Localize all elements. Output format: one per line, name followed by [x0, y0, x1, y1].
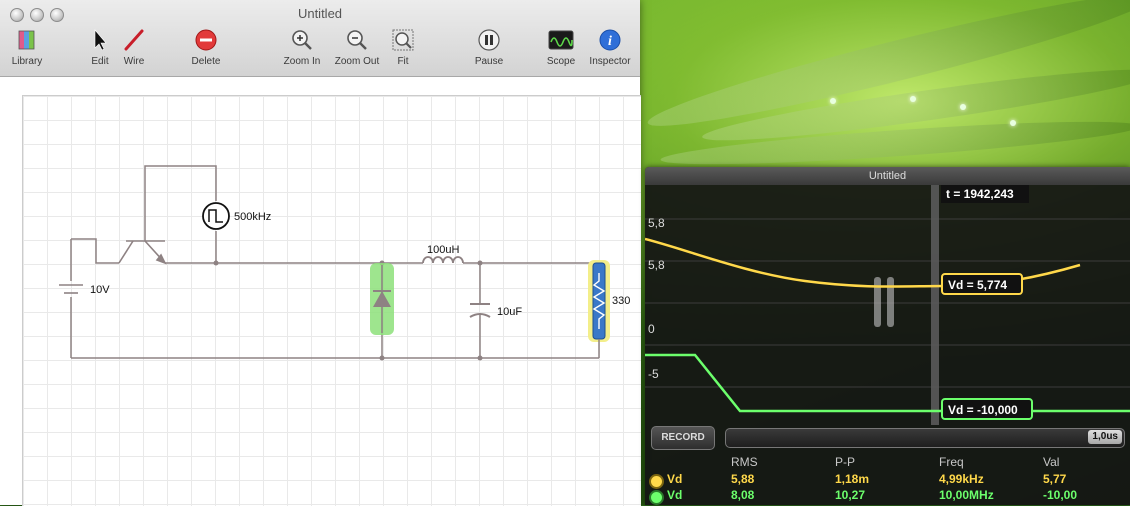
val-value: 5,77: [1043, 472, 1067, 486]
channel-name: Vd: [667, 488, 683, 502]
timebase-button[interactable]: 1,0us: [1088, 430, 1122, 444]
green-marker-label: Vd = -10,000: [948, 403, 1018, 417]
rms-value: 8,08: [731, 488, 755, 502]
measurement-row-green: Vd 8,08 10,27 10,00MHz -10,00: [645, 488, 1130, 505]
pp-value: 1,18m: [835, 472, 870, 486]
y-axis-label: 0: [648, 322, 655, 336]
channel-select-radio[interactable]: [649, 474, 664, 489]
circuit-canvas[interactable]: 10V 500kHz 100uH 10uF 330: [22, 95, 641, 506]
pause-handle: [874, 277, 881, 327]
column-header-freq: Freq: [939, 455, 964, 469]
clock-source[interactable]: [202, 202, 230, 230]
battery-10v[interactable]: [59, 284, 83, 294]
column-header-rms: RMS: [731, 455, 758, 469]
val-value: -10,00: [1043, 488, 1078, 502]
channel-name: Vd: [667, 472, 683, 486]
inductor[interactable]: [422, 256, 464, 264]
scope-window-title: Untitled: [645, 167, 1130, 185]
y-axis-label: -5: [648, 367, 659, 381]
time-cursor[interactable]: [931, 185, 939, 425]
diode[interactable]: [370, 263, 394, 335]
measurement-row-yellow: Vd 5,88 1,18m 4,99kHz 5,77: [645, 472, 1130, 489]
capacitor-label: 10uF: [497, 306, 522, 318]
inductor-label: 100uH: [427, 244, 459, 256]
column-header-pp: P-P: [835, 455, 856, 469]
pause-handle: [887, 277, 894, 327]
freq-value: 10,00MHz: [939, 488, 994, 502]
freq-value: 4,99kHz: [939, 472, 984, 486]
timeline-scrubber[interactable]: 1,0us: [725, 428, 1125, 448]
resistor-label: 330: [612, 295, 630, 307]
circuit-editor-window: Untitled Library Edit Wire Delete Zoom I…: [0, 0, 641, 506]
time-readout: t = 1942,243: [946, 187, 1014, 201]
scope-window: Untitled 5,8 5,8 0 -5 t = 1942,243 Vd = …: [645, 167, 1130, 505]
y-axis-label: 5,8: [648, 216, 665, 230]
pp-value: 10,27: [835, 488, 866, 502]
record-button[interactable]: RECORD: [651, 426, 715, 450]
circuit-schematic: 10V 500kHz 100uH 10uF 330: [59, 165, 630, 361]
rms-value: 5,88: [731, 472, 755, 486]
battery-label: 10V: [90, 284, 110, 296]
channel-select-radio[interactable]: [649, 490, 664, 505]
clock-label: 500kHz: [234, 211, 271, 223]
column-header-val: Val: [1043, 455, 1060, 469]
scope-plot[interactable]: 5,8 5,8 0 -5 t = 1942,243 Vd = 5,774 Vd …: [645, 185, 1130, 425]
y-axis-label: 5,8: [648, 258, 665, 272]
green-trace: [645, 353, 1130, 413]
wire: [71, 238, 119, 264]
resistor[interactable]: [588, 260, 610, 358]
wire: [144, 165, 217, 241]
yellow-marker-label: Vd = 5,774: [948, 278, 1007, 292]
transistor[interactable]: [118, 240, 167, 265]
